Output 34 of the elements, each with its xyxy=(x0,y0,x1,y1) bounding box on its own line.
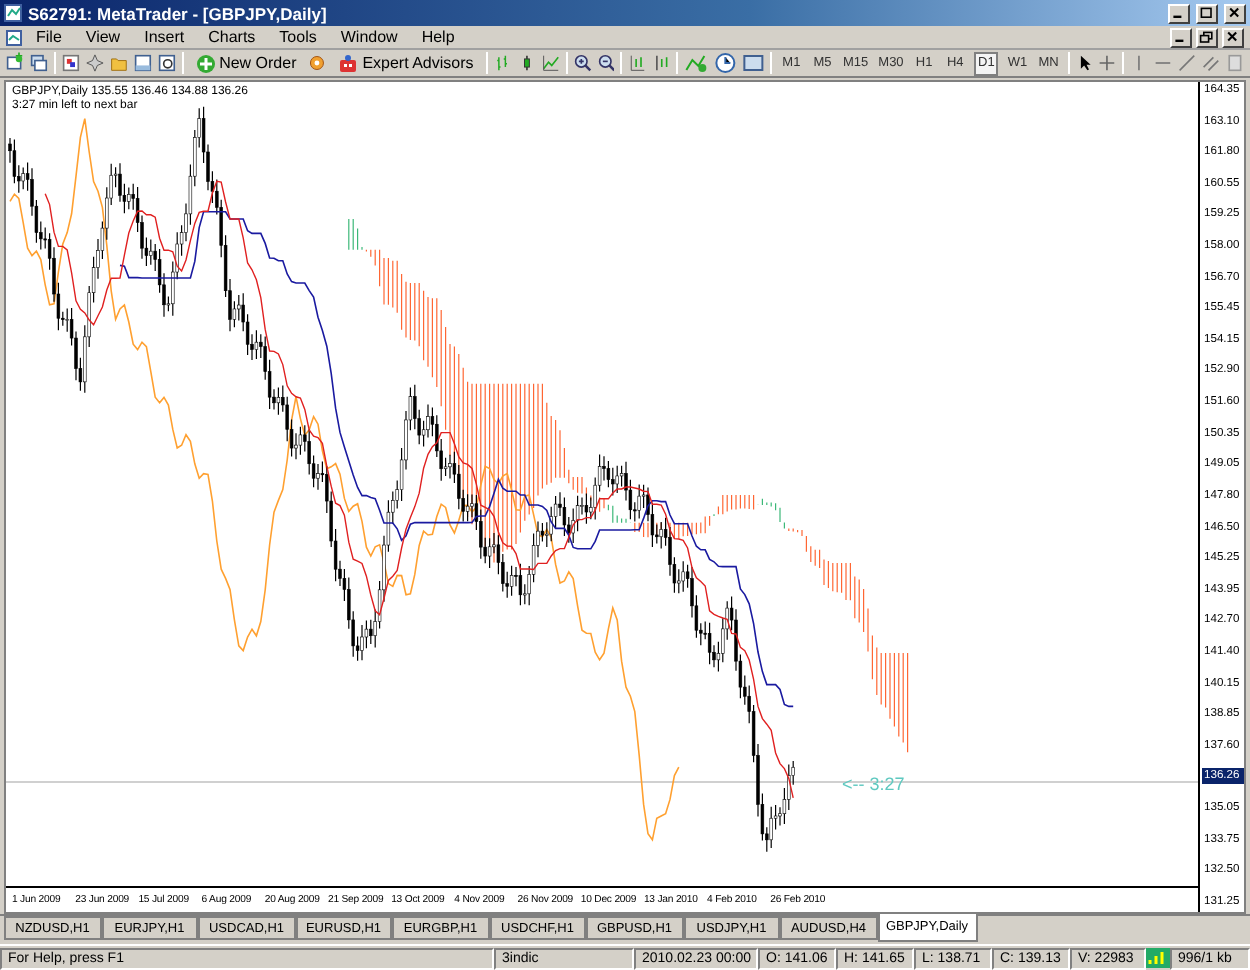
robot-icon xyxy=(338,53,359,73)
close-icon[interactable] xyxy=(1222,27,1244,47)
chart-shift-icon[interactable] xyxy=(652,52,671,74)
menu-item[interactable]: View xyxy=(75,28,131,46)
maximize-icon[interactable] xyxy=(1196,3,1218,23)
menu-item[interactable]: Tools xyxy=(269,28,327,46)
terminal-icon[interactable] xyxy=(133,52,152,74)
market-watch-icon[interactable] xyxy=(61,52,80,74)
chart-window-icon xyxy=(6,29,22,45)
auto-scroll-icon[interactable] xyxy=(628,52,647,74)
line-chart-icon[interactable] xyxy=(541,52,560,74)
connection-bars-icon xyxy=(1146,948,1170,968)
minimize-icon[interactable] xyxy=(1170,27,1192,47)
plus-icon xyxy=(195,53,216,73)
zoom-out-icon[interactable] xyxy=(597,52,615,74)
new-chart-icon[interactable] xyxy=(6,52,24,74)
cursor-icon[interactable] xyxy=(1075,52,1093,74)
close-icon[interactable] xyxy=(1224,3,1246,23)
window-title: S62791: MetaTrader - [GBPJPY,Daily] xyxy=(28,3,329,23)
zoom-in-icon[interactable] xyxy=(573,52,592,74)
app-icon xyxy=(4,4,22,22)
restore-icon[interactable] xyxy=(1196,27,1218,47)
expert-advisors-button[interactable]: Expert Advisors xyxy=(332,51,480,75)
new-order-button[interactable]: New Order xyxy=(189,51,303,75)
menu-item[interactable]: Charts xyxy=(198,28,266,46)
countdown-label: <-- 3:27 xyxy=(842,774,905,794)
clock-icon[interactable] xyxy=(713,52,737,74)
menu-item[interactable]: File xyxy=(26,28,72,46)
menu-item[interactable]: Window xyxy=(330,28,408,46)
menu-item[interactable]: Help xyxy=(411,28,465,46)
profiles-icon[interactable] xyxy=(29,52,48,74)
minimize-icon[interactable] xyxy=(1168,3,1190,23)
tester-icon[interactable] xyxy=(157,52,176,74)
menu-item[interactable]: Insert xyxy=(134,28,195,46)
